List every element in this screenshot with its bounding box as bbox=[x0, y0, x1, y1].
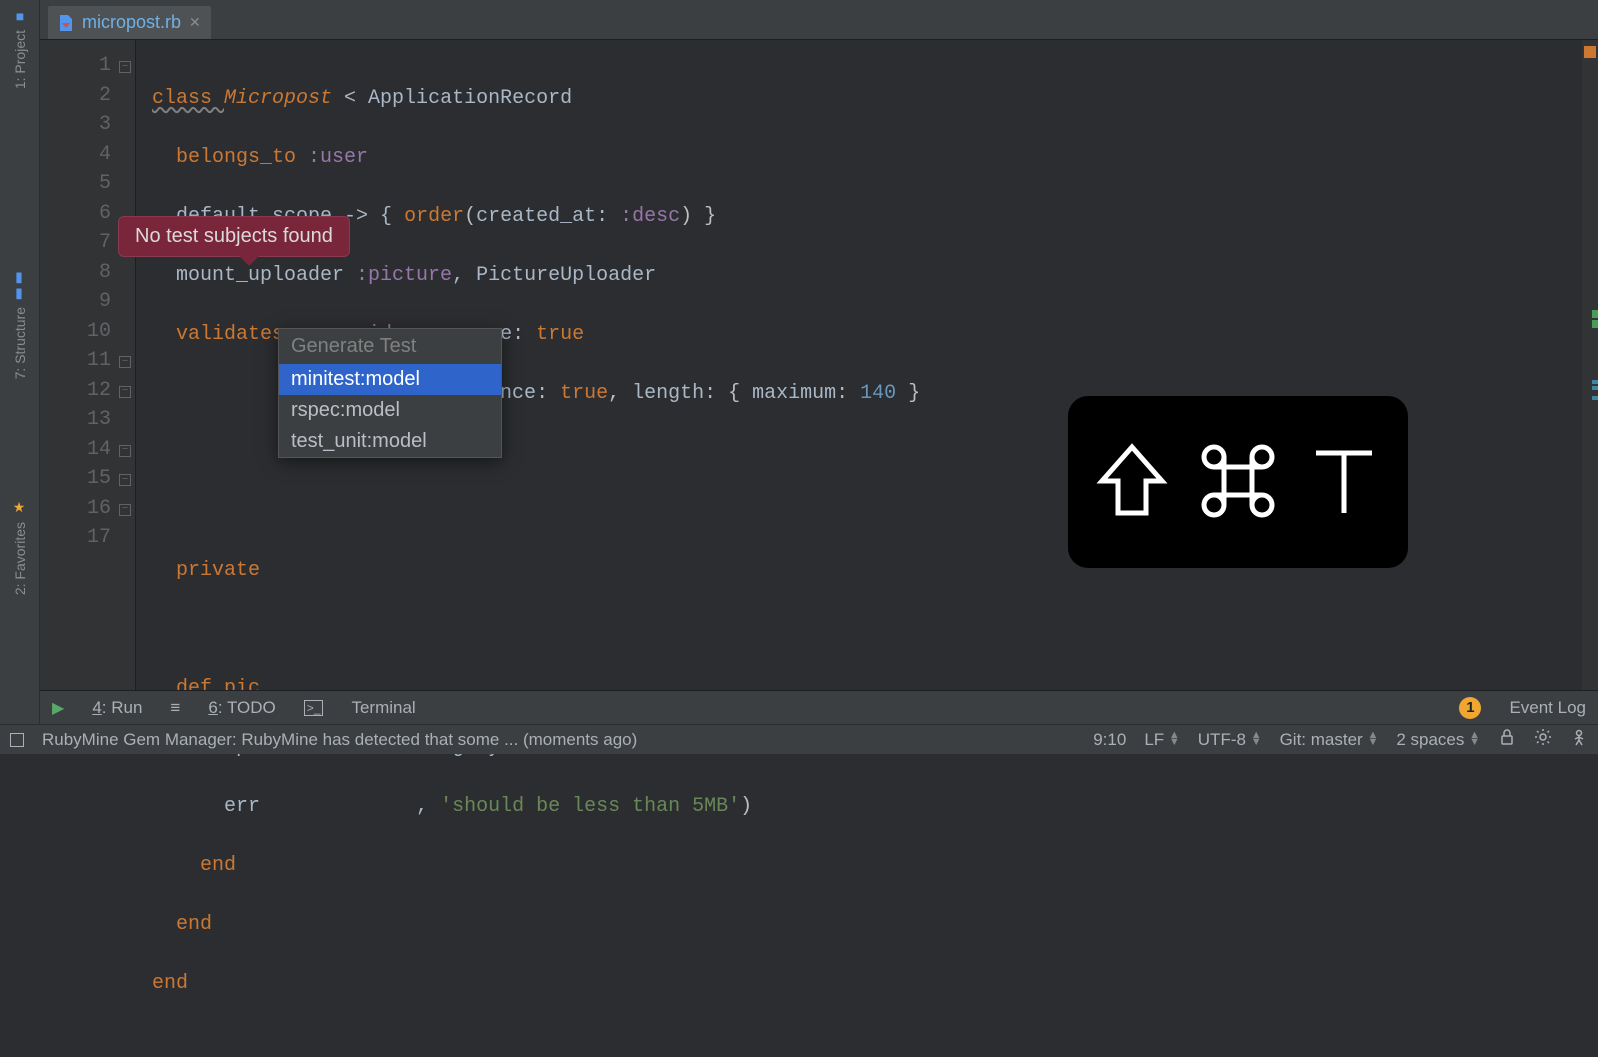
changed-marker[interactable] bbox=[1592, 320, 1598, 328]
fold-toggle[interactable]: − bbox=[119, 61, 131, 73]
generate-test-popup: Generate Test minitest:model rspec:model… bbox=[278, 328, 502, 458]
nav-marker[interactable] bbox=[1592, 386, 1598, 390]
letter-t-key-icon bbox=[1308, 441, 1380, 524]
fold-toggle[interactable]: − bbox=[119, 445, 131, 457]
project-label: 1: Project bbox=[12, 30, 28, 89]
structure-icon: ▮▮ bbox=[12, 269, 28, 301]
editor: 1− 2 3 4 5 6 7 8 9 10 11− 12− 13 14− 15−… bbox=[40, 40, 1598, 690]
line-number: 11− bbox=[40, 349, 135, 379]
tooltip-text: No test subjects found bbox=[135, 225, 333, 247]
fold-toggle[interactable]: − bbox=[119, 386, 131, 398]
line-number: 16− bbox=[40, 497, 135, 527]
line-separator[interactable]: LF ▲▼ bbox=[1144, 730, 1179, 750]
gutter: 1− 2 3 4 5 6 7 8 9 10 11− 12− 13 14− 15−… bbox=[40, 40, 136, 690]
line-number: 1− bbox=[40, 54, 135, 84]
tab-filename: micropost.rb bbox=[82, 12, 181, 33]
shift-key-icon bbox=[1096, 441, 1168, 524]
left-tool-rail: 1: Project ■ 7: Structure ▮▮ 2: Favorite… bbox=[0, 0, 40, 754]
fold-toggle[interactable]: − bbox=[119, 504, 131, 516]
line-number: 12− bbox=[40, 379, 135, 409]
right-marker-stripe[interactable] bbox=[1582, 40, 1598, 690]
line-number: 3 bbox=[40, 113, 135, 143]
gear-icon[interactable] bbox=[1534, 728, 1552, 751]
fold-toggle[interactable]: − bbox=[119, 356, 131, 368]
tool-window-favorites[interactable]: 2: Favorites ★ bbox=[12, 500, 28, 595]
ruby-file-icon bbox=[58, 14, 74, 32]
notification-badge[interactable]: 1 bbox=[1459, 697, 1481, 719]
caret-position[interactable]: 9:10 bbox=[1093, 730, 1126, 750]
run-icon: ▶ bbox=[52, 698, 64, 718]
line-number: 5 bbox=[40, 172, 135, 202]
tool-window-run[interactable]: 4: Run bbox=[92, 698, 142, 718]
command-key-icon bbox=[1198, 441, 1278, 524]
close-icon[interactable]: ✕ bbox=[189, 14, 201, 31]
nav-marker[interactable] bbox=[1592, 380, 1598, 384]
tooltip-no-test-subjects: No test subjects found bbox=[118, 216, 350, 257]
tooltip-arrow-icon bbox=[239, 256, 259, 266]
popup-title: Generate Test bbox=[279, 329, 501, 364]
tool-windows-toggle-icon[interactable] bbox=[10, 733, 24, 747]
line-number: 13 bbox=[40, 408, 135, 438]
structure-label: 7: Structure bbox=[12, 307, 28, 379]
popup-item-rspec[interactable]: rspec:model bbox=[279, 395, 501, 426]
editor-tab-micropost[interactable]: micropost.rb ✕ bbox=[48, 6, 211, 39]
keyboard-shortcut-overlay bbox=[1068, 396, 1408, 568]
terminal-icon: >_ bbox=[304, 700, 324, 716]
changed-marker[interactable] bbox=[1592, 310, 1598, 318]
line-number: 14− bbox=[40, 438, 135, 468]
line-number: 15− bbox=[40, 467, 135, 497]
status-message: RubyMine Gem Manager: RubyMine has detec… bbox=[42, 730, 637, 750]
line-number: 10 bbox=[40, 320, 135, 350]
popup-item-testunit[interactable]: test_unit:model bbox=[279, 426, 501, 457]
bottom-tool-row: ▶ 4: Run ≡ 6: TODO >_ Terminal 1 Event L… bbox=[40, 690, 1598, 724]
star-icon: ★ bbox=[12, 500, 28, 516]
file-encoding[interactable]: UTF-8 ▲▼ bbox=[1198, 730, 1262, 750]
line-number: 9 bbox=[40, 290, 135, 320]
line-number: 17 bbox=[40, 526, 135, 556]
git-branch[interactable]: Git: master ▲▼ bbox=[1280, 730, 1379, 750]
fold-toggle[interactable]: − bbox=[119, 474, 131, 486]
memory-indicator-icon[interactable] bbox=[1570, 728, 1588, 751]
tool-window-terminal[interactable]: Terminal bbox=[351, 698, 415, 718]
editor-tab-row: micropost.rb ✕ bbox=[40, 0, 1598, 40]
tool-window-project[interactable]: 1: Project ■ bbox=[12, 8, 28, 89]
tool-window-structure[interactable]: 7: Structure ▮▮ bbox=[12, 269, 28, 379]
warning-marker[interactable] bbox=[1584, 46, 1596, 58]
indent-setting[interactable]: 2 spaces ▲▼ bbox=[1396, 730, 1480, 750]
list-icon: ≡ bbox=[170, 698, 180, 718]
popup-item-minitest[interactable]: minitest:model bbox=[279, 364, 501, 395]
lock-icon[interactable] bbox=[1498, 728, 1516, 751]
folder-icon: ■ bbox=[12, 8, 28, 24]
status-bar: RubyMine Gem Manager: RubyMine has detec… bbox=[0, 724, 1598, 754]
line-number: 8 bbox=[40, 261, 135, 291]
line-number: 4 bbox=[40, 143, 135, 173]
tool-window-todo[interactable]: 6: TODO bbox=[208, 698, 275, 718]
line-number: 2 bbox=[40, 84, 135, 114]
nav-marker[interactable] bbox=[1592, 396, 1598, 400]
event-log-button[interactable]: Event Log bbox=[1509, 698, 1586, 718]
favorites-label: 2: Favorites bbox=[12, 522, 28, 595]
